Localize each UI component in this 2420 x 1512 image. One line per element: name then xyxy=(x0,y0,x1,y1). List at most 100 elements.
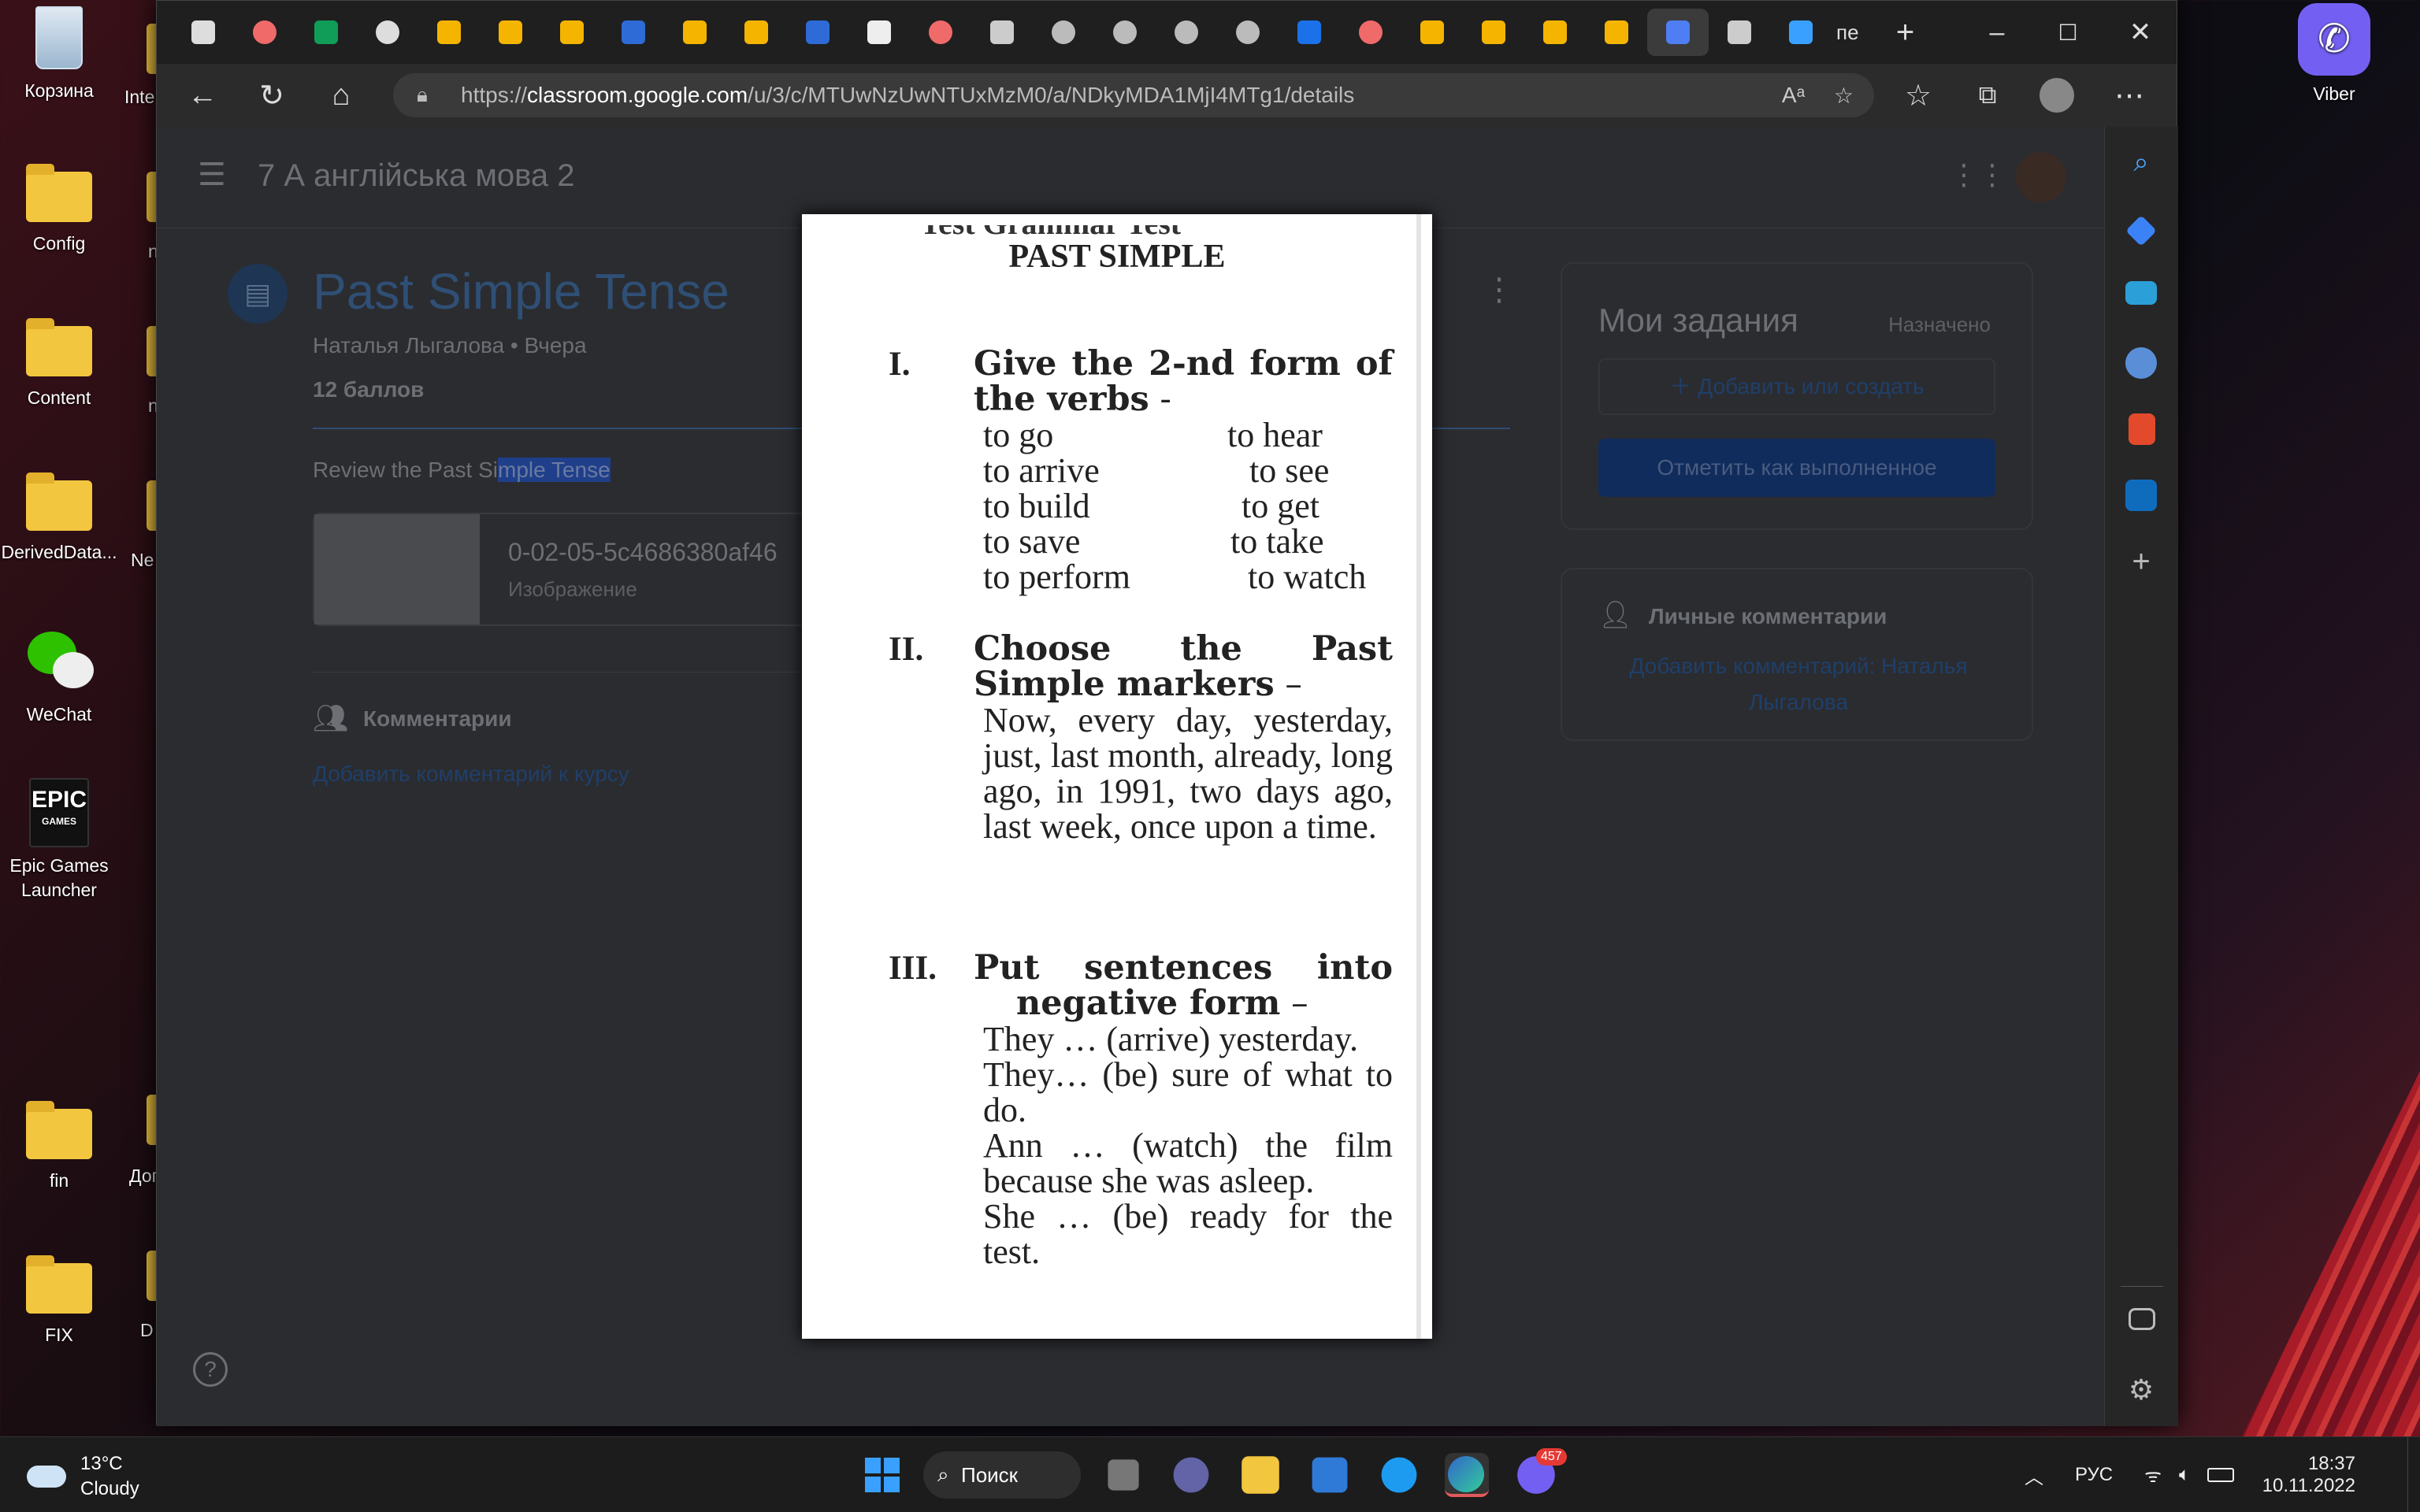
my-work-title: Мои задания xyxy=(1598,302,1798,339)
course-title[interactable]: 7 А англійська мова 2 xyxy=(258,158,575,194)
browser-tab[interactable] xyxy=(1770,9,1832,56)
avatar xyxy=(2040,78,2074,113)
browser-tab[interactable] xyxy=(1709,9,1770,56)
tools-icon[interactable] xyxy=(2125,281,2157,305)
browser-tab[interactable] xyxy=(1094,9,1156,56)
weather-widget[interactable]: 13°C Cloudy xyxy=(27,1448,169,1503)
browser-tab[interactable] xyxy=(1647,9,1709,56)
read-aloud-icon[interactable]: Aᵃ xyxy=(1782,83,1805,108)
favorites-button[interactable]: ☆ xyxy=(1884,64,1953,127)
new-tab-button[interactable]: + xyxy=(1875,9,1936,56)
add-favorite-icon[interactable]: ☆ xyxy=(1834,83,1854,109)
browser-tab[interactable] xyxy=(541,9,603,56)
desktop-icon-deriveddata[interactable]: DerivedData... xyxy=(0,472,118,565)
edge-icon xyxy=(1448,1456,1484,1492)
reload-button[interactable]: ↻ xyxy=(237,64,306,127)
show-hidden-icons-icon[interactable]: ︿ xyxy=(2025,1462,2043,1489)
desktop-icon-epic-games[interactable]: EPIC GAMES Epic Games Launcher xyxy=(0,778,118,902)
desktop-icon-fix[interactable]: FIX xyxy=(0,1255,118,1347)
back-button[interactable]: ← xyxy=(168,64,237,127)
help-icon[interactable]: ? xyxy=(193,1352,228,1387)
taskbar-search[interactable]: ⌕ Поиск xyxy=(923,1451,1081,1499)
add-or-create-button[interactable]: ＋ Добавить или создать xyxy=(1598,358,1995,415)
browser-tab[interactable] xyxy=(1033,9,1094,56)
desktop-icon-content[interactable]: Content xyxy=(0,318,118,410)
wechat-icon xyxy=(23,630,95,693)
hide-sidebar-icon[interactable] xyxy=(2129,1308,2155,1330)
slides-icon xyxy=(1605,20,1628,44)
browser-tab[interactable] xyxy=(480,9,541,56)
task-view-button[interactable] xyxy=(1108,1459,1139,1491)
browser-tab[interactable] xyxy=(357,9,418,56)
show-desktop-button[interactable] xyxy=(2407,1437,2420,1512)
attachment-type: Изображение xyxy=(508,577,637,601)
battery-icon[interactable] xyxy=(2207,1468,2235,1482)
browser-tab[interactable] xyxy=(1156,9,1217,56)
browser-tab[interactable] xyxy=(234,9,295,56)
folder-icon xyxy=(26,318,92,376)
browser-tab[interactable] xyxy=(787,9,848,56)
browser-tab[interactable] xyxy=(1524,9,1586,56)
outlook-icon[interactable] xyxy=(2125,480,2157,511)
wifi-icon[interactable]: ᯤ xyxy=(2144,1462,2162,1488)
assignment-more-icon[interactable]: ⋮ xyxy=(1483,272,1515,308)
mark-done-button[interactable]: Отметить как выполненное xyxy=(1598,439,1995,497)
browser-tab[interactable] xyxy=(295,9,357,56)
games-icon[interactable] xyxy=(2125,347,2157,379)
minimize-button[interactable]: – xyxy=(1961,1,2033,64)
add-private-comment-link[interactable]: Добавить комментарий: Наталья Лыгалова xyxy=(1609,648,1988,721)
url-bar[interactable]: 🔒︎ https://classroom.google.com/u/3/c/MT… xyxy=(393,73,1874,117)
profile-button[interactable] xyxy=(2022,64,2092,127)
sidebar-settings-icon[interactable]: ⚙ xyxy=(2125,1374,2157,1406)
browser-tab[interactable] xyxy=(1401,9,1463,56)
edge-button[interactable] xyxy=(1445,1453,1489,1497)
section-numeral: II. xyxy=(889,631,924,668)
search-icon[interactable]: ⌕ xyxy=(2125,147,2157,179)
account-avatar[interactable] xyxy=(2016,152,2066,202)
browser-tab[interactable] xyxy=(726,9,787,56)
clock[interactable]: 18:37 10.11.2022 xyxy=(2262,1437,2355,1512)
twitter-button[interactable] xyxy=(1381,1457,1417,1493)
section-heading: Give the 2-nd form of the verbs - xyxy=(974,344,1393,419)
browser-tab[interactable] xyxy=(910,9,971,56)
last-tab-label[interactable]: пе xyxy=(1836,20,1859,45)
microsoft-store-button[interactable] xyxy=(1312,1457,1348,1493)
browser-tab[interactable] xyxy=(418,9,480,56)
browser-tab[interactable] xyxy=(971,9,1033,56)
office-icon[interactable] xyxy=(2129,413,2155,445)
browser-tab[interactable] xyxy=(1217,9,1279,56)
browser-tab[interactable] xyxy=(1463,9,1524,56)
browser-tab[interactable] xyxy=(1340,9,1401,56)
clock-time: 18:37 xyxy=(2307,1453,2355,1474)
volume-icon[interactable]: 🔈︎ xyxy=(2179,1464,2190,1486)
maximize-button[interactable]: ☐ xyxy=(2032,1,2104,64)
browser-tab[interactable] xyxy=(664,9,726,56)
desktop-icon-wechat[interactable]: WeChat xyxy=(0,630,118,727)
browser-tab[interactable] xyxy=(173,9,234,56)
close-window-button[interactable]: ✕ xyxy=(2104,1,2177,64)
browser-tab[interactable] xyxy=(1586,9,1647,56)
language-indicator[interactable]: РУС xyxy=(2075,1464,2113,1486)
folder-icon xyxy=(26,1101,92,1159)
apps-grid-icon[interactable]: ⋮⋮ xyxy=(1950,158,2006,191)
file-explorer-button[interactable] xyxy=(1242,1456,1279,1494)
browser-tab[interactable] xyxy=(603,9,664,56)
partial-label: Ne xyxy=(131,550,154,570)
desktop-icon-config[interactable]: Config xyxy=(0,164,118,256)
settings-menu-button[interactable]: ⋯ xyxy=(2095,64,2164,127)
points-label: 12 баллов xyxy=(313,377,425,402)
desktop-icon-fin[interactable]: fin xyxy=(0,1101,118,1193)
desktop-icon-recycle-bin[interactable]: Корзина xyxy=(0,6,118,103)
collections-button[interactable]: ⧉ xyxy=(1953,64,2022,127)
add-sidebar-icon[interactable]: + xyxy=(2125,546,2157,577)
browser-tab[interactable] xyxy=(848,9,910,56)
teams-chat-button[interactable] xyxy=(1173,1457,1209,1493)
add-class-comment-link[interactable]: Добавить комментарий к курсу xyxy=(313,762,629,787)
start-button[interactable] xyxy=(860,1453,904,1497)
shopping-tag-icon[interactable] xyxy=(2125,215,2157,246)
desktop-icon-label: DerivedData... xyxy=(1,542,117,562)
main-menu-icon[interactable]: ☰ xyxy=(198,157,226,193)
desktop-icon-viber[interactable]: ✆ Viber xyxy=(2275,3,2393,106)
browser-tab[interactable] xyxy=(1279,9,1340,56)
home-button[interactable]: ⌂ xyxy=(306,64,376,127)
